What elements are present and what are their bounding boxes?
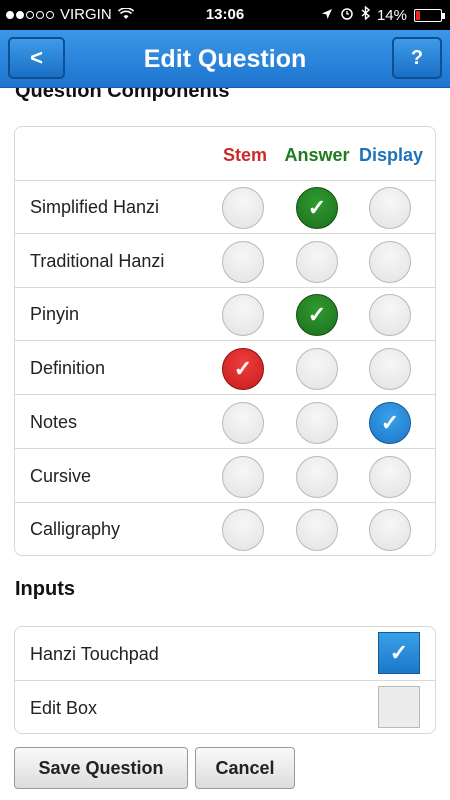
help-button[interactable]: ? [392, 37, 442, 79]
stem-radio-button[interactable] [222, 294, 264, 337]
component-label: Pinyin [30, 304, 80, 325]
component-label: Notes [30, 411, 78, 432]
column-header-display: Display [358, 145, 424, 165]
stem-radio-button[interactable] [222, 187, 264, 229]
display-radio-button[interactable] [369, 509, 411, 552]
stem-radio-button[interactable] [222, 455, 264, 498]
component-row: Pinyin ✓ [15, 288, 435, 342]
section-title-inputs: Inputs [15, 578, 75, 600]
component-row: Calligraphy [15, 503, 435, 556]
page-title: Edit Question [143, 45, 307, 73]
hanzi-touchpad-checkbox[interactable]: ✓ [378, 632, 420, 674]
component-row: Cursive [15, 450, 435, 503]
checkmark-icon: ✓ [307, 195, 327, 220]
status-bar: VIRGIN 13:06 14% [0, 0, 450, 30]
stem-radio-button[interactable]: ✓ [222, 348, 264, 391]
checkmark-icon: ✓ [233, 356, 253, 382]
bluetooth-icon [361, 5, 371, 24]
answer-radio-button[interactable] [296, 240, 338, 283]
alarm-icon [340, 6, 354, 24]
answer-radio-button[interactable] [296, 509, 338, 552]
column-header-stem: Stem [222, 145, 267, 165]
component-label: Simplified Hanzi [30, 197, 160, 217]
display-radio-button[interactable]: ✓ [369, 401, 411, 444]
component-row: Simplified Hanzi ✓ [15, 181, 435, 234]
checkmark-icon: ✓ [307, 302, 327, 328]
stem-radio-button[interactable] [222, 509, 264, 552]
stem-radio-button[interactable] [222, 240, 264, 283]
answer-radio-button[interactable]: ✓ [296, 294, 338, 337]
navigation-bar: < Edit Question ? [0, 30, 450, 88]
column-headers: Stem Answer Display [15, 127, 435, 181]
component-label: Definition [30, 358, 106, 379]
input-label: Hanzi Touchpad [30, 644, 159, 664]
answer-radio-button[interactable] [296, 401, 338, 444]
answer-radio-button[interactable] [296, 455, 338, 498]
component-row: Notes ✓ [15, 396, 435, 449]
answer-radio-button[interactable] [296, 348, 338, 391]
display-radio-button[interactable] [369, 294, 411, 337]
inputs-list: Hanzi Touchpad ✓ Edit Box [14, 626, 436, 734]
component-row: Traditional Hanzi [15, 235, 435, 288]
input-row-hanzi-touchpad[interactable]: Hanzi Touchpad ✓ [15, 627, 435, 681]
battery-percent: 14% [376, 6, 407, 24]
input-label: Edit Box [30, 698, 98, 718]
answer-radio-button[interactable]: ✓ [296, 187, 338, 229]
checkmark-icon: ✓ [389, 640, 409, 665]
battery-icon [414, 8, 445, 22]
stem-radio-button[interactable] [222, 401, 264, 444]
cancel-button[interactable]: Cancel [195, 747, 295, 789]
column-header-answer: Answer [284, 145, 350, 165]
edit-box-checkbox[interactable] [378, 686, 420, 728]
display-radio-button[interactable] [369, 187, 411, 229]
component-label: Calligraphy [30, 519, 121, 540]
display-radio-button[interactable] [369, 348, 411, 391]
location-arrow-icon [321, 7, 333, 24]
component-row: Definition ✓ [15, 342, 435, 396]
checkmark-icon: ✓ [380, 409, 400, 435]
input-row-edit-box[interactable]: Edit Box [15, 681, 435, 735]
component-label: Traditional Hanzi [30, 250, 165, 271]
component-label: Cursive [30, 465, 92, 486]
display-radio-button[interactable] [369, 240, 411, 283]
components-table: Stem Answer Display Simplified Hanzi ✓ Tra… [14, 126, 436, 556]
save-question-button[interactable]: Save Question [14, 747, 188, 789]
display-radio-button[interactable] [369, 455, 411, 498]
